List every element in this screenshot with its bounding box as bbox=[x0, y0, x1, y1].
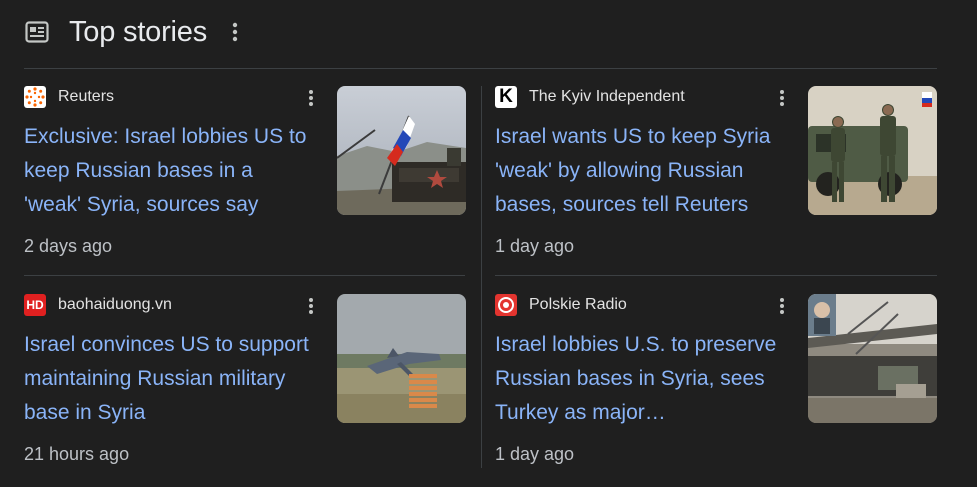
source-name: Reuters bbox=[58, 88, 115, 105]
source-name: baohaiduong.vn bbox=[58, 296, 172, 313]
story-timestamp: 1 day ago bbox=[495, 236, 575, 256]
story-timestamp: 1 day ago bbox=[495, 444, 575, 464]
story-headline[interactable]: Israel lobbies U.S. to preserve Russian … bbox=[495, 328, 785, 430]
news-icon bbox=[24, 19, 50, 45]
favicon-letters: HD bbox=[26, 298, 44, 312]
story-timestamp: 21 hours ago bbox=[24, 444, 130, 464]
favicon-letter: K bbox=[499, 86, 513, 107]
row-divider-left bbox=[24, 275, 465, 276]
more-options-icon[interactable] bbox=[305, 295, 317, 317]
story-source[interactable]: HD baohaiduong.vn bbox=[24, 294, 172, 316]
more-options-icon[interactable] bbox=[776, 295, 788, 317]
story-source[interactable]: K The Kyiv Independent bbox=[495, 86, 685, 108]
row-divider-right bbox=[495, 275, 937, 276]
soldiers-armored-vehicle-image[interactable] bbox=[808, 86, 937, 215]
story-headline[interactable]: Israel convinces US to support maintaini… bbox=[24, 328, 314, 430]
russian-flag-vehicle-image[interactable] bbox=[337, 86, 466, 215]
story-card[interactable]: Reuters Exclusive: Israel lobbies US to … bbox=[24, 86, 466, 266]
polskie-radio-icon bbox=[495, 294, 517, 316]
source-name: Polskie Radio bbox=[529, 296, 627, 313]
top-stories-header: Top stories bbox=[24, 14, 241, 50]
story-card[interactable]: Polskie Radio Israel lobbies U.S. to pre… bbox=[495, 294, 937, 474]
story-timestamp: 2 days ago bbox=[24, 236, 113, 256]
baohaiduong-icon: HD bbox=[24, 294, 46, 316]
more-options-icon[interactable] bbox=[229, 20, 241, 44]
more-options-icon[interactable] bbox=[776, 87, 788, 109]
header-divider bbox=[24, 68, 937, 69]
story-card[interactable]: K The Kyiv Independent Israel wants US t… bbox=[495, 86, 937, 266]
story-card[interactable]: HD baohaiduong.vn Israel convinces US to… bbox=[24, 294, 466, 474]
story-source[interactable]: Polskie Radio bbox=[495, 294, 627, 316]
kyiv-independent-icon: K bbox=[495, 86, 517, 108]
source-name: The Kyiv Independent bbox=[529, 88, 685, 105]
reuters-icon bbox=[24, 86, 46, 108]
military-base-structure-image[interactable] bbox=[808, 294, 937, 423]
story-source[interactable]: Reuters bbox=[24, 86, 114, 108]
story-headline[interactable]: Exclusive: Israel lobbies US to keep Rus… bbox=[24, 120, 314, 222]
column-divider bbox=[481, 86, 482, 468]
story-headline[interactable]: Israel wants US to keep Syria 'weak' by … bbox=[495, 120, 785, 222]
more-options-icon[interactable] bbox=[305, 87, 317, 109]
section-title: Top stories bbox=[69, 15, 208, 48]
fighter-jet-runway-image[interactable] bbox=[337, 294, 466, 423]
